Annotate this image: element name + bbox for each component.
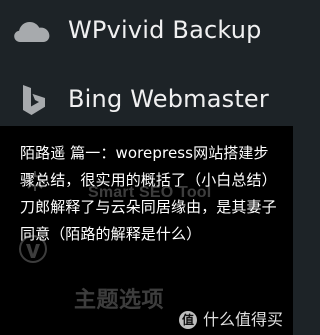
menu-item-label: Bing Webmaster	[68, 85, 269, 113]
tooltip-popup: Smart SEO Tool 主题选项 陌路遥 篇一：worepress网站搭建…	[0, 126, 293, 335]
admin-menu: WPvivid Backup Bing Webmaster	[0, 0, 293, 126]
menu-item-wpvivid-backup[interactable]: WPvivid Backup	[0, 5, 293, 59]
cloud-icon	[14, 22, 50, 42]
watermark-text: 什么值得买	[202, 310, 283, 329]
background-menu-label: 主题选项	[74, 287, 165, 312]
menu-item-bing-webmaster[interactable]: Bing Webmaster	[0, 74, 293, 128]
menu-item-label: WPvivid Backup	[68, 16, 262, 44]
watermark-badge: 值	[178, 311, 197, 329]
watermark: 值 什么值得买	[178, 310, 283, 329]
bing-icon	[23, 85, 45, 115]
tooltip-text: 陌路遥 篇一：worepress网站搭建步骤总结，很实用的概括了（小白总结）刀郎…	[20, 144, 277, 243]
